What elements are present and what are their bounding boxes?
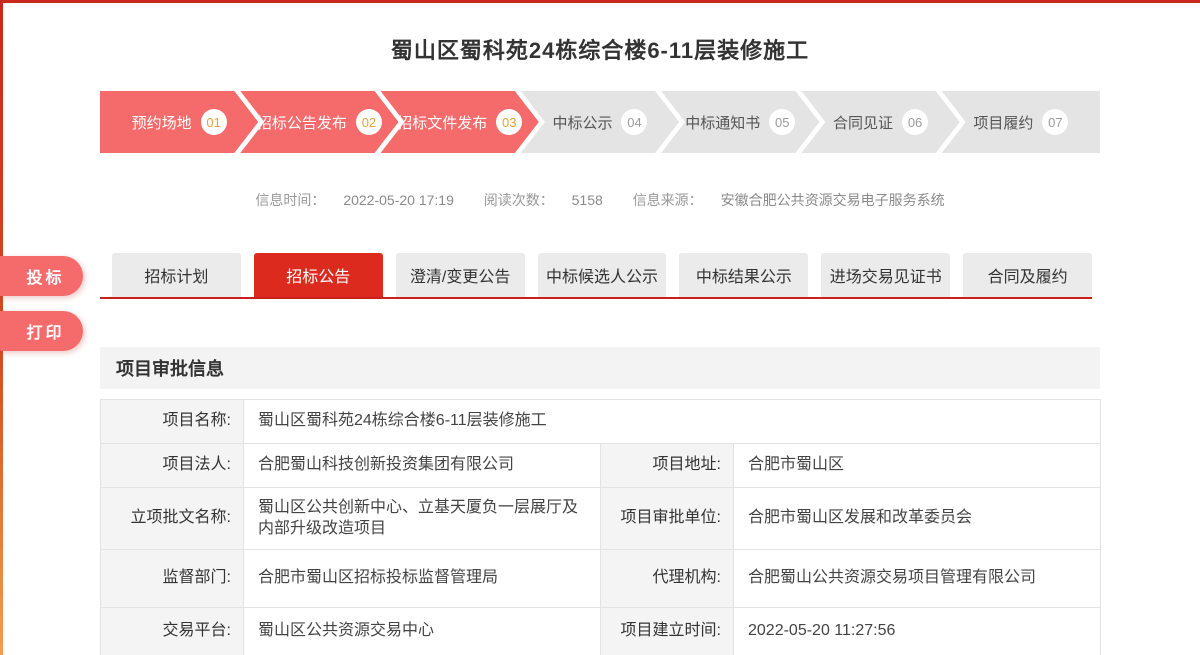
field-label: 项目法人: bbox=[101, 444, 244, 488]
step-label: 合同见证 bbox=[833, 112, 893, 133]
tab-contract-performance[interactable]: 合同及履约 bbox=[963, 253, 1092, 297]
bidding-detail-page: 蜀山区蜀科苑24栋综合楼6-11层装修施工 预约场地01招标公告发布02招标文件… bbox=[0, 0, 1200, 655]
step-number-badge: 04 bbox=[621, 109, 647, 135]
field-label: 代理机构: bbox=[601, 550, 734, 608]
read-count-label: 阅读次数： bbox=[484, 192, 554, 208]
field-value: 合肥市蜀山区招标投标监督管理局 bbox=[244, 550, 601, 608]
field-label: 监督部门: bbox=[101, 550, 244, 608]
table-row: 项目法人:合肥蜀山科技创新投资集团有限公司项目地址:合肥市蜀山区 bbox=[101, 444, 1101, 488]
step-announcement-publish: 招标公告发布 02 bbox=[240, 91, 398, 153]
bid-button[interactable]: 投标 bbox=[0, 256, 83, 296]
field-value: 合肥市蜀山区发展和改革委员会 bbox=[734, 488, 1101, 550]
step-number-badge: 01 bbox=[201, 109, 227, 135]
field-value: 2022-05-20 11:27:56 bbox=[734, 608, 1101, 655]
step-contract-witness: 合同见证 06 bbox=[801, 91, 959, 153]
info-source-label: 信息来源： bbox=[633, 192, 703, 208]
info-source-value: 安徽合肥公共资源交易电子服务系统 bbox=[721, 192, 945, 208]
tab-clarify-change[interactable]: 澄清/变更公告 bbox=[396, 253, 525, 297]
step-label: 中标公示 bbox=[552, 112, 612, 133]
stepper: 预约场地 01 招标公告发布 02 招标文件发布 03 中标公示 04 中标通知书 05 合同见证 0… bbox=[100, 91, 1100, 153]
tab-bid-plan[interactable]: 招标计划 bbox=[112, 253, 241, 297]
step-number-badge: 02 bbox=[356, 109, 382, 135]
field-value: 蜀山区公共创新中心、立基天厦负一层展厅及内部升级改造项目 bbox=[244, 488, 601, 550]
tab-bar: 招标计划招标公告澄清/变更公告中标候选人公示中标结果公示进场交易见证书合同及履约 bbox=[100, 253, 1092, 299]
step-label: 项目履约 bbox=[973, 112, 1033, 133]
section-header: 项目审批信息 bbox=[100, 347, 1100, 389]
step-number-badge: 07 bbox=[1042, 109, 1068, 135]
field-label: 交易平台: bbox=[101, 608, 244, 655]
table-row: 立项批文名称:蜀山区公共创新中心、立基天厦负一层展厅及内部升级改造项目项目审批单… bbox=[101, 488, 1101, 550]
info-time-label: 信息时间： bbox=[255, 192, 325, 208]
step-number-badge: 06 bbox=[902, 109, 928, 135]
info-time-value: 2022-05-20 17:19 bbox=[343, 192, 454, 208]
table-row: 项目名称:蜀山区蜀科苑24栋综合楼6-11层装修施工 bbox=[101, 400, 1101, 444]
step-win-publicity: 中标公示 04 bbox=[521, 91, 679, 153]
tab-result-publicity[interactable]: 中标结果公示 bbox=[679, 253, 808, 297]
tab-candidate-publicity[interactable]: 中标候选人公示 bbox=[538, 253, 667, 297]
step-win-notice: 中标通知书 05 bbox=[661, 91, 819, 153]
meta-info-line: 信息时间： 2022-05-20 17:19 阅读次数： 5158 信息来源： … bbox=[0, 190, 1200, 210]
tab-entry-witness[interactable]: 进场交易见证书 bbox=[821, 253, 950, 297]
field-value: 合肥蜀山科技创新投资集团有限公司 bbox=[244, 444, 601, 488]
step-label: 招标文件发布 bbox=[397, 112, 487, 133]
step-bid-docs-publish: 招标文件发布 03 bbox=[381, 91, 539, 153]
step-number-badge: 05 bbox=[769, 109, 795, 135]
page-title: 蜀山区蜀科苑24栋综合楼6-11层装修施工 bbox=[0, 33, 1200, 65]
read-count-value: 5158 bbox=[572, 192, 603, 208]
approval-table-body: 项目名称:蜀山区蜀科苑24栋综合楼6-11层装修施工项目法人:合肥蜀山科技创新投… bbox=[101, 400, 1101, 655]
table-row: 监督部门:合肥市蜀山区招标投标监督管理局代理机构:合肥蜀山公共资源交易项目管理有… bbox=[101, 550, 1101, 608]
tab-bid-announcement[interactable]: 招标公告 bbox=[254, 253, 383, 297]
step-project-performance: 项目履约 07 bbox=[942, 91, 1100, 153]
field-label: 项目建立时间: bbox=[601, 608, 734, 655]
field-label: 项目名称: bbox=[101, 400, 244, 444]
step-reserve-venue: 预约场地 01 bbox=[100, 91, 258, 153]
step-label: 招标公告发布 bbox=[257, 112, 347, 133]
field-value: 蜀山区公共资源交易中心 bbox=[244, 608, 601, 655]
table-row: 交易平台:蜀山区公共资源交易中心项目建立时间:2022-05-20 11:27:… bbox=[101, 608, 1101, 655]
field-value: 合肥市蜀山区 bbox=[734, 444, 1101, 488]
field-label: 立项批文名称: bbox=[101, 488, 244, 550]
project-approval-table: 项目名称:蜀山区蜀科苑24栋综合楼6-11层装修施工项目法人:合肥蜀山科技创新投… bbox=[100, 399, 1101, 655]
step-label: 中标通知书 bbox=[685, 112, 760, 133]
field-label: 项目地址: bbox=[601, 444, 734, 488]
section-title: 项目审批信息 bbox=[116, 355, 224, 381]
field-value: 合肥蜀山公共资源交易项目管理有限公司 bbox=[734, 550, 1101, 608]
field-label: 项目审批单位: bbox=[601, 488, 734, 550]
field-value: 蜀山区蜀科苑24栋综合楼6-11层装修施工 bbox=[244, 400, 1101, 444]
step-label: 预约场地 bbox=[132, 112, 192, 133]
step-number-badge: 03 bbox=[496, 109, 522, 135]
print-button[interactable]: 打印 bbox=[0, 311, 83, 351]
